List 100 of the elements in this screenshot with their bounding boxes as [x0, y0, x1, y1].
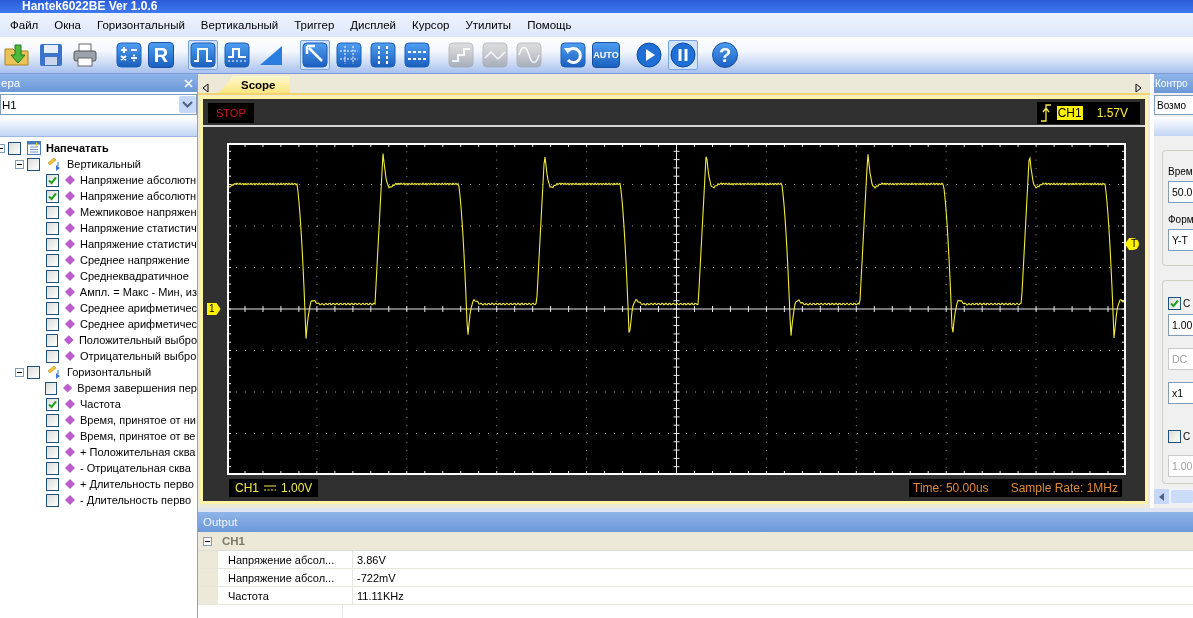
ground-marker[interactable]: 1 [207, 303, 221, 315]
volts-per-div: 1.00V [281, 481, 313, 495]
pointer-button[interactable] [300, 40, 330, 70]
horizontal-scrollbar[interactable] [1154, 489, 1193, 504]
checkbox[interactable] [46, 173, 59, 187]
checkbox[interactable] [46, 349, 59, 363]
tree-item[interactable]: Частота [78, 398, 121, 410]
checkbox[interactable] [46, 493, 59, 507]
checkbox[interactable] [46, 221, 59, 235]
checkbox[interactable] [8, 141, 21, 155]
reference-button[interactable]: R [148, 42, 174, 68]
help-button[interactable]: ? [712, 42, 738, 68]
channel-dropdown[interactable]: H1 [0, 94, 197, 115]
tree-item[interactable]: Напечатать [44, 142, 109, 154]
menu-item[interactable]: Триггер [286, 16, 343, 34]
checkbox-label: C [1183, 431, 1191, 442]
tree-item[interactable]: Вертикальный [65, 158, 141, 170]
menu-item[interactable]: Помощь [519, 16, 580, 34]
checkbox[interactable] [27, 157, 40, 171]
menu-item[interactable]: Горизонтальный [89, 16, 193, 34]
checkbox[interactable] [46, 269, 59, 283]
collapse-icon[interactable] [15, 367, 24, 377]
tree-item[interactable]: Напряжение статистич [78, 238, 197, 250]
checkbox[interactable] [46, 477, 59, 491]
tree-item[interactable]: Время, принятое от ни [78, 414, 196, 426]
pencil-icon [46, 365, 62, 379]
checkbox[interactable] [46, 461, 59, 475]
tree-item[interactable]: + Положительная сква [78, 446, 196, 458]
square-wave-button[interactable] [188, 40, 218, 70]
tree-item[interactable]: Ампл. = Макс - Мин, из [77, 286, 197, 298]
run-button[interactable] [634, 40, 664, 70]
checkbox[interactable] [27, 365, 40, 379]
tree-item[interactable]: Время завершения пер [75, 382, 197, 394]
table-cell-text: 3.86V [356, 552, 386, 568]
tree-item[interactable]: Среднее арифметичес [78, 318, 197, 330]
time-field[interactable]: 50.0 [1168, 181, 1193, 203]
tree-item[interactable]: Время, принятое от ве [78, 430, 196, 442]
time-per-div: Time: 50.00us [913, 481, 989, 495]
mode-dropdown[interactable]: Возмо [1154, 95, 1193, 115]
auto-button[interactable]: AUTO [592, 42, 620, 68]
tree-item[interactable]: Напряжение статистич [78, 222, 197, 234]
tree-item[interactable]: Положительный выбро [76, 334, 197, 346]
channel-field[interactable]: x1 [1168, 382, 1193, 404]
tree-item[interactable]: Горизонтальный [65, 366, 152, 378]
collapse-icon[interactable] [203, 536, 212, 546]
checkbox[interactable] [1168, 430, 1181, 443]
checkmark-icon [48, 399, 57, 409]
horizontal-cursor-button[interactable] [402, 40, 432, 70]
print-button[interactable] [70, 40, 100, 70]
panel-title: ера [0, 77, 21, 89]
tree-item[interactable]: - Длительность перво [78, 494, 192, 506]
scope-tab[interactable]: Scope [219, 76, 290, 93]
tree-item[interactable]: - Отрицательная сква [78, 462, 191, 474]
menu-item[interactable]: Окна [46, 16, 89, 34]
checkbox[interactable] [46, 445, 59, 459]
close-icon[interactable] [184, 78, 193, 88]
grid-button[interactable] [334, 40, 364, 70]
tree-item[interactable]: Напряжение абсолютн [78, 190, 197, 202]
checkbox[interactable] [46, 237, 59, 251]
checkbox[interactable] [46, 413, 59, 427]
checkbox[interactable] [46, 397, 59, 411]
checkbox[interactable] [45, 381, 58, 395]
pause-icon [670, 42, 696, 68]
checkbox[interactable] [46, 429, 59, 443]
checkbox[interactable] [46, 205, 59, 219]
tree-item[interactable]: Среднее арифметичес [78, 302, 197, 314]
rotate-button[interactable] [558, 40, 588, 70]
format-field[interactable]: Y-T [1168, 229, 1193, 251]
vertical-cursor-button[interactable] [368, 40, 398, 70]
tree-item[interactable]: + Длительность перво [78, 478, 194, 490]
checkbox[interactable] [46, 317, 59, 331]
menu-item[interactable]: Файл [2, 16, 47, 34]
tree-item[interactable]: Среднее напряжение [78, 254, 190, 266]
pencil-icon [46, 157, 62, 171]
tree-item[interactable]: Напряжение абсолютн [78, 174, 197, 186]
window-title: Hantek6022BE Ver 1.0.6 [21, 0, 158, 13]
checkbox[interactable] [46, 253, 59, 267]
checkbox[interactable] [45, 285, 59, 299]
diamond-icon [64, 287, 75, 297]
step-icon [448, 42, 474, 68]
checkbox[interactable] [45, 333, 59, 347]
tree-item[interactable]: Отрицательный выбро [78, 350, 197, 362]
math-button[interactable] [114, 40, 144, 70]
dropdown-value: H1 [1, 98, 17, 111]
pause-button[interactable] [668, 40, 698, 70]
checkbox[interactable] [46, 189, 59, 203]
scroll-right-icon[interactable] [1135, 83, 1142, 93]
menu-item[interactable]: Утилиты [457, 16, 520, 34]
checkbox[interactable] [46, 301, 59, 315]
menu-item[interactable]: Курсор [404, 16, 458, 34]
scroll-left-icon[interactable] [202, 83, 209, 93]
collapse-icon[interactable] [15, 159, 24, 169]
channel-field[interactable]: 1.00 [1168, 314, 1193, 336]
tree-item[interactable]: Среднеквадратичное [78, 270, 189, 282]
checkbox[interactable] [1168, 297, 1181, 310]
menu-item[interactable]: Вертикальный [192, 16, 287, 34]
menu-item[interactable]: Дисплей [342, 16, 405, 34]
tree-item[interactable]: Межпиковое напряжен [78, 206, 197, 218]
table-cell: Напряжение абсол... [218, 551, 353, 568]
pulse-wave-button[interactable] [222, 40, 252, 70]
